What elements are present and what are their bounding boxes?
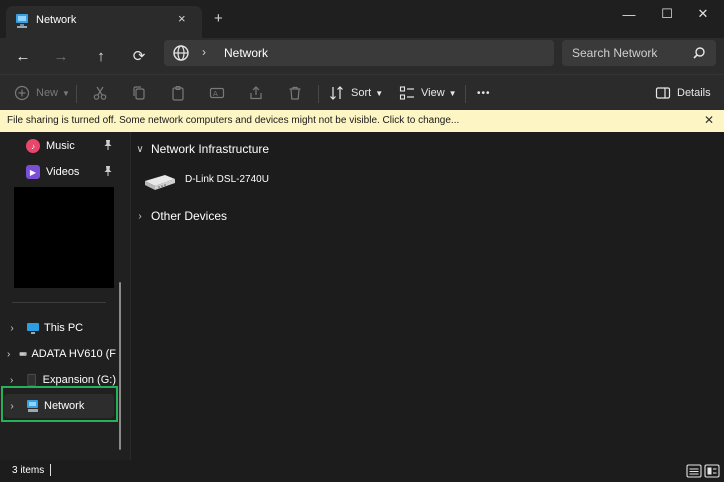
drive-icon <box>27 373 37 387</box>
navigation-pane: ♪ Music ▶ Videos › This PC › ADATA HV610… <box>0 132 130 460</box>
title-bar: Network × + — ☐ ✕ <box>0 0 724 38</box>
view-label: View <box>421 87 445 99</box>
status-bar: 3 items <box>0 460 724 482</box>
chevron-down-icon[interactable]: ∨ <box>135 144 145 155</box>
paste-icon[interactable] <box>170 85 186 101</box>
sidebar-scrollbar[interactable] <box>119 282 121 450</box>
file-sharing-banner[interactable]: File sharing is turned off. Some network… <box>0 110 724 132</box>
sidebar-item-music[interactable]: ♪ Music <box>26 136 112 156</box>
sort-icon <box>330 86 343 100</box>
toolbar-divider <box>318 85 319 103</box>
device-item-dlink[interactable]: D-Link DSL-2740U <box>141 170 269 194</box>
pin-icon <box>104 140 112 150</box>
details-view-icon[interactable] <box>686 463 702 479</box>
breadcrumb-network[interactable]: Network <box>224 46 268 60</box>
sidebar-item-label: Music <box>46 140 75 152</box>
sidebar-item-label: Videos <box>46 166 80 178</box>
address-bar[interactable]: › Network <box>164 40 554 66</box>
plus-circle-icon <box>14 85 30 101</box>
details-button[interactable]: Details <box>655 83 711 103</box>
search-input[interactable]: Search Network <box>572 46 657 60</box>
sidebar-divider <box>12 302 106 303</box>
group-label: Other Devices <box>151 209 228 223</box>
sidebar-item-this-pc[interactable]: › This PC <box>4 316 116 340</box>
address-row: ← → ↑ ⟳ › Network Search Network <box>0 38 724 74</box>
new-label: New <box>36 87 59 99</box>
new-tab-button[interactable]: + <box>214 10 223 27</box>
view-button[interactable]: View ▼ <box>399 83 457 103</box>
toolbar-divider <box>465 85 466 103</box>
more-options-button[interactable]: ••• <box>477 83 491 103</box>
breadcrumb-chevron-icon: › <box>202 45 206 59</box>
toolbar-divider <box>76 85 77 103</box>
share-icon[interactable] <box>248 85 264 101</box>
router-icon <box>145 175 175 190</box>
music-icon: ♪ <box>26 139 40 153</box>
back-button[interactable]: ← <box>10 43 36 69</box>
banner-text[interactable]: File sharing is turned off. Some network… <box>7 115 459 126</box>
tab-title: Network <box>36 14 77 26</box>
up-button[interactable]: ↑ <box>88 43 114 69</box>
close-button[interactable]: ✕ <box>680 3 724 25</box>
globe-icon <box>173 45 189 61</box>
forward-button[interactable]: → <box>48 43 74 69</box>
device-name: D-Link DSL-2740U <box>185 173 269 185</box>
group-other-devices[interactable]: › Other Devices <box>135 206 227 226</box>
pin-icon <box>104 166 112 176</box>
details-label: Details <box>677 87 711 99</box>
rename-icon[interactable]: A <box>209 85 225 101</box>
drive-icon <box>19 352 27 356</box>
chevron-right-icon[interactable]: › <box>4 375 19 386</box>
sort-button[interactable]: Sort ▼ <box>329 83 383 103</box>
file-list: ∨ Network Infrastructure D-Link DSL-2740… <box>131 132 724 460</box>
tab-network[interactable]: Network × <box>6 6 202 38</box>
cut-icon[interactable] <box>92 85 108 101</box>
sidebar-item-label: This PC <box>44 322 84 334</box>
copy-icon[interactable] <box>131 85 147 101</box>
group-network-infrastructure[interactable]: ∨ Network Infrastructure <box>135 139 269 159</box>
banner-close-button[interactable]: ✕ <box>704 113 714 127</box>
chevron-down-icon: ▼ <box>62 88 70 98</box>
status-divider <box>50 464 51 476</box>
refresh-button[interactable]: ⟳ <box>126 43 152 69</box>
view-icon <box>399 86 414 100</box>
delete-icon[interactable] <box>287 85 303 101</box>
search-box[interactable]: Search Network <box>562 40 716 66</box>
this-pc-icon <box>27 323 39 334</box>
highlight-box <box>1 386 118 422</box>
sort-label: Sort <box>351 87 372 99</box>
chevron-right-icon[interactable]: › <box>4 349 13 360</box>
tab-close-button[interactable]: × <box>178 11 186 26</box>
tiles-view-icon[interactable] <box>704 463 720 479</box>
chevron-right-icon[interactable]: › <box>4 323 20 334</box>
sidebar-item-adata-drive[interactable]: › ADATA HV610 (F <box>4 342 116 366</box>
search-icon[interactable] <box>692 46 706 60</box>
chevron-right-icon[interactable]: › <box>135 211 145 222</box>
sidebar-item-label: Expansion (G:) <box>42 374 116 386</box>
command-bar: New ▼ A Sort ▼ View ▼ ••• Details <box>0 74 724 110</box>
group-label: Network Infrastructure <box>151 142 270 156</box>
chevron-down-icon: ▼ <box>375 88 384 98</box>
sidebar-item-label: ADATA HV610 (F <box>31 348 116 360</box>
item-count: 3 items <box>12 465 45 476</box>
videos-icon: ▶ <box>26 165 40 179</box>
sidebar-item-videos[interactable]: ▶ Videos <box>26 162 112 182</box>
details-pane-icon <box>655 87 671 99</box>
network-icon <box>16 14 28 28</box>
svg-text:A: A <box>213 90 218 98</box>
new-button[interactable]: New ▼ <box>14 83 70 103</box>
black-preview-area <box>14 187 114 288</box>
chevron-down-icon: ▼ <box>448 88 457 98</box>
